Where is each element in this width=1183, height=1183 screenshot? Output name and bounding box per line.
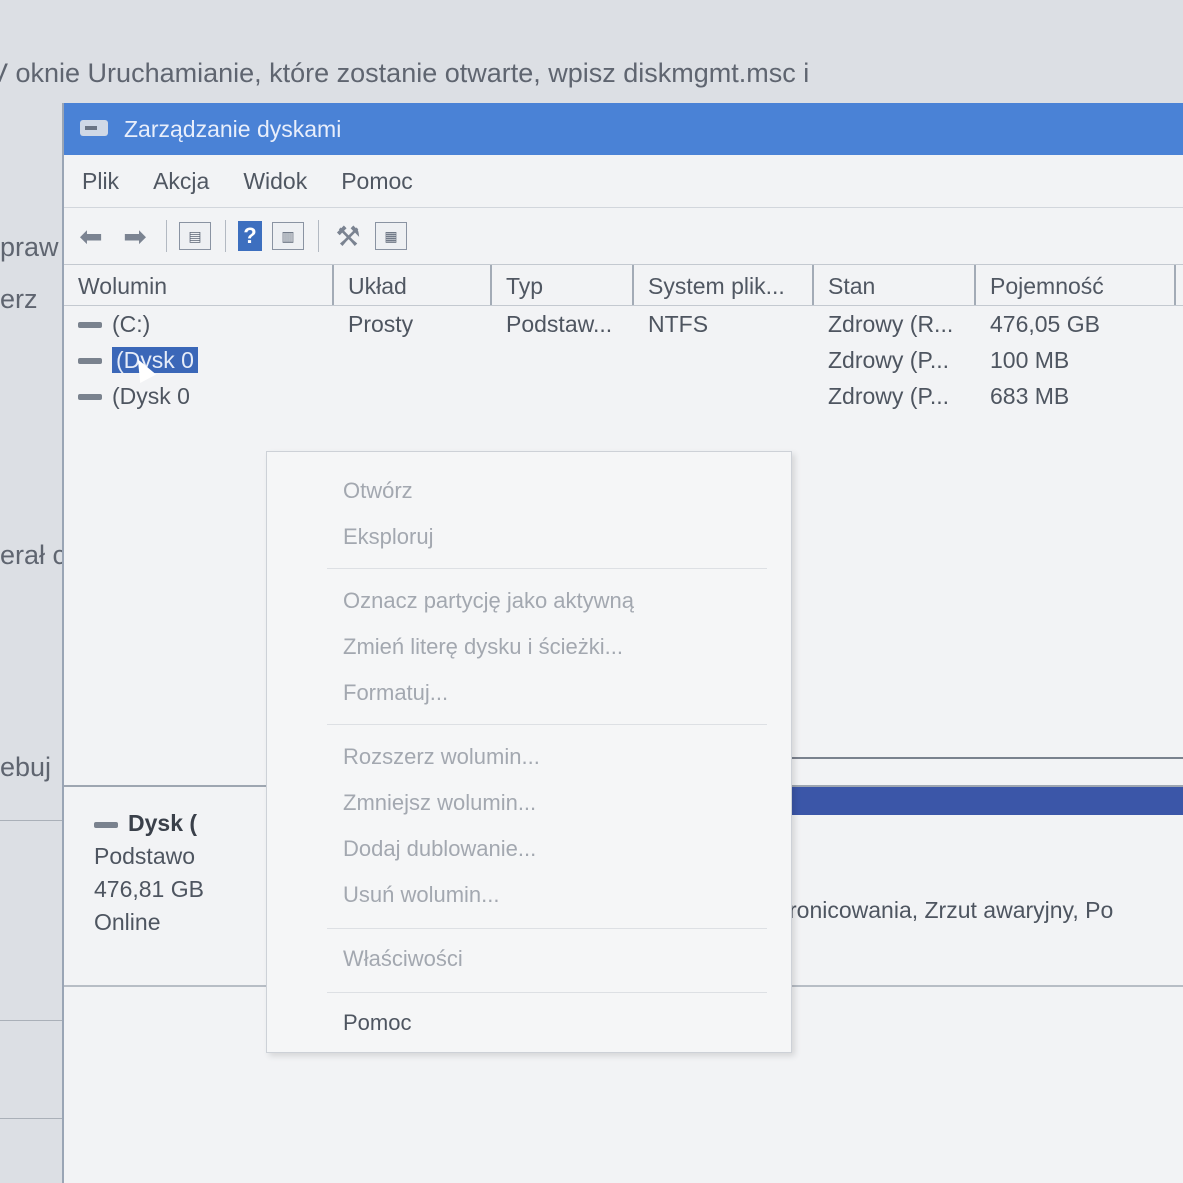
volume-icon — [78, 322, 102, 329]
background-divider — [0, 1020, 70, 1021]
volume-icon — [78, 358, 102, 365]
menu-item-format[interactable]: Formatuj... — [343, 680, 448, 706]
capacity-cell: 683 MB — [990, 382, 1070, 409]
properties-icon[interactable]: ▦ — [375, 222, 407, 250]
partition-header-bar — [728, 787, 1183, 815]
status-cell: Zdrowy (P... — [828, 346, 949, 373]
volume-cell: (C:) — [64, 311, 334, 338]
filesystem-cell: NTFS — [648, 310, 709, 337]
partition-divider — [728, 757, 1183, 759]
background-text-line: V oknie Uruchamianie, które zostanie otw… — [0, 58, 810, 88]
volume-cell: (Dysk 0 — [64, 383, 334, 410]
disk-size: 476,81 GB — [94, 876, 204, 902]
disk-management-icon — [80, 118, 110, 140]
connect-icon[interactable]: ⚒ — [331, 221, 365, 252]
background-fragment-2: erz — [0, 284, 38, 314]
back-arrow-icon[interactable]: ⬅ — [74, 221, 108, 252]
menu-item-extend-volume[interactable]: Rozszerz wolumin... — [343, 744, 540, 770]
layout-cell: Prosty — [348, 310, 414, 337]
menu-separator — [327, 568, 767, 569]
menu-separator — [327, 928, 767, 929]
menu-separator — [327, 992, 767, 993]
disk-name: Dysk ( — [128, 810, 198, 836]
volume-icon — [78, 394, 102, 401]
column-header-filesystem[interactable]: System plik... — [634, 265, 814, 305]
capacity-cell: 100 MB — [990, 346, 1070, 373]
volume-cell: (Dysk 0 — [64, 346, 334, 374]
volume-name: (Dysk 0 — [112, 382, 190, 409]
column-header-type[interactable]: Typ — [492, 265, 634, 305]
background-fragment-4: ebuj — [0, 752, 52, 782]
table-row[interactable]: (Dysk 0 Zdrowy (P... 100 MB — [64, 342, 1183, 378]
capacity-cell: 476,05 GB — [990, 310, 1100, 337]
status-cell: Zdrowy (P... — [828, 382, 949, 409]
toolbar: ⬅ ➡ ▤ ? ▥ ⚒ ▦ — [64, 208, 1183, 265]
forward-arrow-icon[interactable]: ➡ — [118, 221, 152, 252]
toolbar-separator — [166, 220, 167, 252]
table-row[interactable]: (Dysk 0 Zdrowy (P... 683 MB — [64, 378, 1183, 414]
background-fragment-3: erał c — [0, 540, 67, 570]
table-row[interactable]: (C:) Prosty Podstaw... NTFS Zdrowy (R...… — [64, 306, 1183, 342]
background-fragment-1: praw — [0, 232, 59, 262]
menu-item-mark-active[interactable]: Oznacz partycję jako aktywną — [343, 588, 634, 614]
disk-state: Online — [94, 909, 161, 935]
context-menu: Otwórz Eksploruj Oznacz partycję jako ak… — [266, 451, 792, 1053]
menu-item-open[interactable]: Otwórz — [343, 478, 413, 504]
disk-icon — [94, 821, 118, 828]
volume-name-selected: (Dysk 0 — [112, 346, 198, 373]
column-header-capacity[interactable]: Pojemność — [976, 265, 1176, 305]
menu-bar: Plik Akcja Widok Pomoc — [64, 155, 1183, 208]
column-header-layout[interactable]: Układ — [334, 265, 492, 305]
menu-item-shrink-volume[interactable]: Zmniejsz wolumin... — [343, 790, 536, 816]
menu-separator — [327, 724, 767, 725]
disk-info-panel[interactable]: Dysk ( Podstawo 476,81 GB Online — [94, 807, 204, 939]
disk-type: Podstawo — [94, 843, 196, 869]
title-bar[interactable]: Zarządzanie dyskami — [64, 103, 1183, 155]
menu-view[interactable]: Widok — [243, 168, 307, 195]
disk-management-window[interactable]: Zarządzanie dyskami Plik Akcja Widok Pom… — [62, 103, 1183, 1183]
menu-item-delete-volume[interactable]: Usuń wolumin... — [343, 882, 500, 908]
toolbar-separator — [225, 220, 226, 252]
menu-file[interactable]: Plik — [82, 168, 119, 195]
window-title: Zarządzanie dyskami — [124, 115, 342, 142]
menu-action[interactable]: Akcja — [153, 168, 209, 195]
menu-item-help[interactable]: Pomoc — [343, 1010, 411, 1036]
column-header-status[interactable]: Stan — [814, 265, 976, 305]
console-tree-icon[interactable]: ▤ — [179, 222, 211, 250]
menu-item-properties[interactable]: Właściwości — [343, 946, 463, 972]
background-divider — [0, 1118, 70, 1119]
toolbar-separator — [318, 220, 319, 252]
type-cell: Podstaw... — [506, 310, 613, 337]
menu-help[interactable]: Pomoc — [341, 168, 413, 195]
menu-item-add-mirror[interactable]: Dodaj dublowanie... — [343, 836, 536, 862]
menu-item-change-drive-letter[interactable]: Zmień literę dysku i ścieżki... — [343, 634, 623, 660]
status-cell: Zdrowy (R... — [828, 310, 954, 337]
volume-list-header: Wolumin Układ Typ System plik... Stan Po… — [64, 265, 1183, 306]
background-divider — [0, 820, 70, 821]
help-icon[interactable]: ? — [238, 221, 262, 251]
action-pane-icon[interactable]: ▥ — [272, 222, 304, 250]
column-header-volume[interactable]: Wolumin — [64, 265, 334, 305]
menu-item-explore[interactable]: Eksploruj — [343, 524, 433, 550]
volume-name: (C:) — [112, 310, 151, 337]
